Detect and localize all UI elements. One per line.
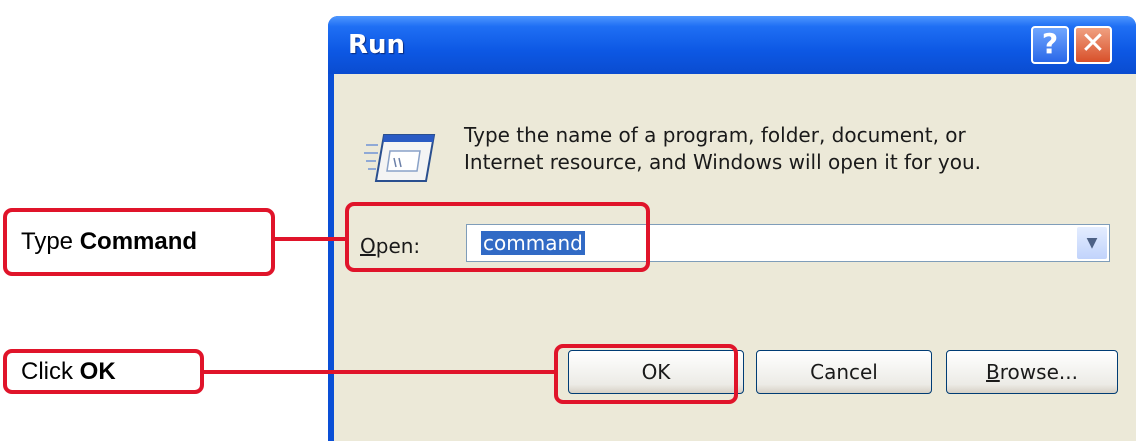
- ok-button-highlight: [554, 344, 738, 404]
- type-command-callout: Type Command: [3, 208, 275, 276]
- type-command-connector: [275, 237, 345, 241]
- browse-label: rowse...: [999, 360, 1078, 384]
- browse-accelerator: B: [986, 360, 1000, 384]
- title-bar[interactable]: Run ? ✕: [328, 16, 1136, 74]
- callout-type-bold: Command: [79, 228, 198, 255]
- help-button[interactable]: ?: [1031, 26, 1069, 64]
- instruction-text: Type the name of a program, folder, docu…: [464, 122, 984, 176]
- callout-type-prefix: Type: [21, 228, 80, 255]
- instruction-line-1: Type the name of a program, folder, docu…: [464, 123, 966, 147]
- chevron-down-icon[interactable]: ▼: [1077, 227, 1107, 259]
- browse-button[interactable]: Browse...: [946, 350, 1118, 394]
- callout-click-bold: OK: [79, 358, 116, 385]
- instruction-line-2: Internet resource, and Windows will open…: [464, 150, 981, 174]
- cancel-button[interactable]: Cancel: [756, 350, 932, 394]
- window-title: Run: [348, 30, 406, 60]
- click-ok-connector: [204, 370, 554, 374]
- callout-click-prefix: Click: [21, 358, 80, 385]
- click-ok-callout: Click OK: [3, 349, 204, 394]
- run-program-icon: [364, 134, 436, 182]
- open-field-highlight: [345, 202, 650, 272]
- close-button[interactable]: ✕: [1074, 26, 1112, 64]
